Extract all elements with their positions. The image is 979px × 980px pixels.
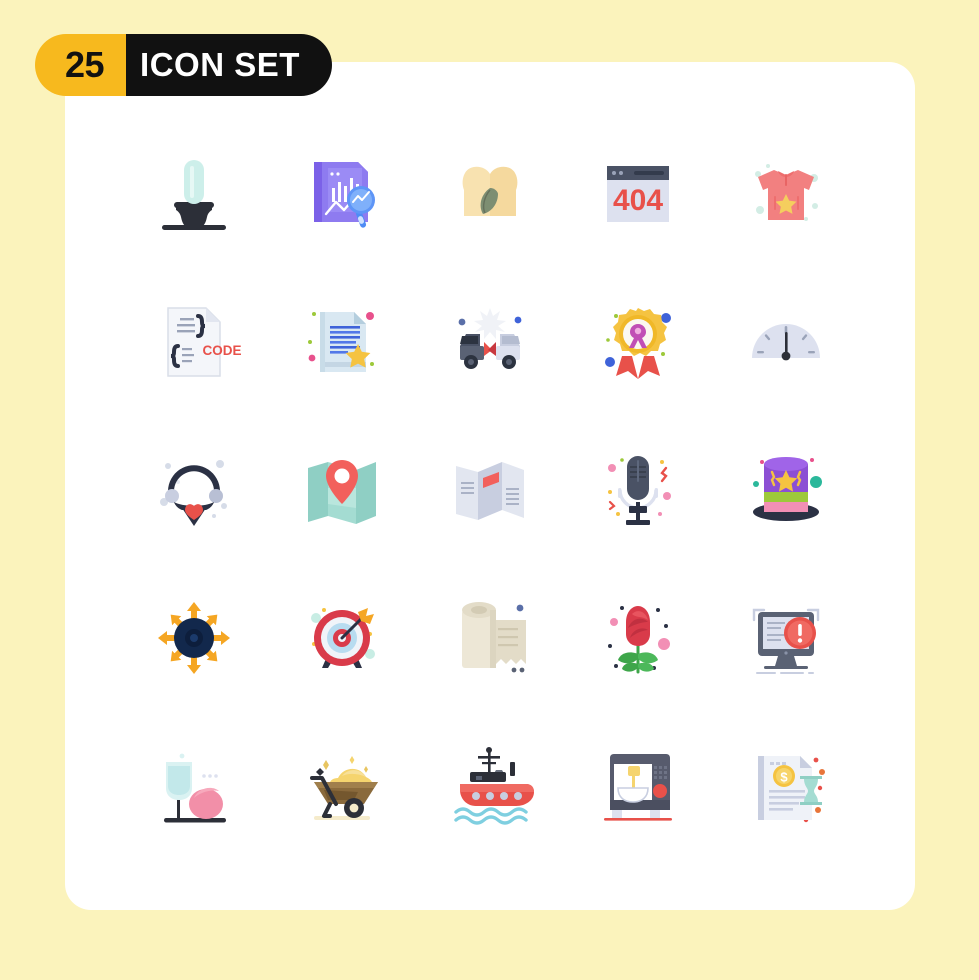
- icon-cell-car-crash[interactable]: [416, 268, 564, 416]
- stand-mixer-icon: [604, 754, 672, 821]
- code-label-text: CODE: [202, 343, 241, 358]
- brochure-icon: [456, 462, 524, 520]
- expand-arrows-icon: [158, 602, 230, 674]
- mindfulness-icon: [462, 166, 518, 216]
- error-404-icon: 404: [607, 166, 669, 222]
- icon-cell-favorite-document[interactable]: [268, 268, 416, 416]
- ship-icon: [454, 747, 534, 825]
- icon-cell-target-arrow[interactable]: [268, 564, 416, 712]
- icon-cell-data-analysis[interactable]: [268, 120, 416, 268]
- icon-count-label: 25: [35, 34, 127, 96]
- icon-grid: 404 CODE $: [120, 120, 860, 860]
- magic-hat-icon: [753, 457, 822, 521]
- paper-roll-icon: [462, 602, 526, 673]
- icon-cell-invoice-money[interactable]: $: [712, 712, 860, 860]
- icon-cell-wheelbarrow[interactable]: [268, 712, 416, 860]
- tshirt-star-icon: [755, 164, 818, 221]
- data-analysis-icon: [314, 162, 375, 228]
- header-badge: 25 ICON SET: [35, 34, 332, 96]
- icon-cell-necklace[interactable]: [120, 416, 268, 564]
- icon-cell-brochure[interactable]: [416, 416, 564, 564]
- cocktail-egg-icon: [164, 753, 226, 823]
- icon-cell-code-file[interactable]: CODE: [120, 268, 268, 416]
- icon-cell-stand-mixer[interactable]: [564, 712, 712, 860]
- speedometer-icon: [752, 324, 820, 361]
- map-location-icon: [308, 460, 376, 524]
- microphone-icon: [608, 456, 671, 525]
- icon-cell-rose-flower[interactable]: [564, 564, 712, 712]
- icon-cell-monitor-error[interactable]: [712, 564, 860, 712]
- code-file-icon: CODE: [167, 307, 242, 377]
- necklace-icon: [160, 460, 227, 526]
- monitor-error-icon: [752, 608, 820, 674]
- icon-cell-microphone[interactable]: [564, 416, 712, 564]
- error-code-text: 404: [613, 184, 663, 217]
- car-crash-icon: [458, 308, 522, 369]
- rose-flower-icon: [608, 606, 670, 674]
- icon-cell-expand-arrows[interactable]: [120, 564, 268, 712]
- money-symbol-text: $: [780, 770, 788, 785]
- icon-cell-mindfulness[interactable]: [416, 120, 564, 268]
- icon-cell-lamp[interactable]: [120, 120, 268, 268]
- icon-cell-ship[interactable]: [416, 712, 564, 860]
- wheelbarrow-icon: [310, 756, 378, 820]
- icon-set-title: ICON SET: [126, 34, 332, 96]
- icon-cell-award-ribbon[interactable]: [564, 268, 712, 416]
- icon-cell-magic-hat[interactable]: [712, 416, 860, 564]
- icon-cell-map-location[interactable]: [268, 416, 416, 564]
- icon-cell-error-404[interactable]: 404: [564, 120, 712, 268]
- icon-cell-paper-roll[interactable]: [416, 564, 564, 712]
- favorite-document-icon: [308, 312, 374, 372]
- icon-cell-tshirt[interactable]: [712, 120, 860, 268]
- icon-cell-speedometer[interactable]: [712, 268, 860, 416]
- icon-cell-cocktail-egg[interactable]: [120, 712, 268, 860]
- icon-set-page: 25 ICON SET 404 CODE $: [0, 0, 979, 980]
- invoice-money-icon: $: [758, 756, 825, 823]
- lamp-icon: [162, 160, 226, 230]
- award-ribbon-icon: [605, 308, 671, 379]
- target-arrow-icon: [311, 608, 375, 668]
